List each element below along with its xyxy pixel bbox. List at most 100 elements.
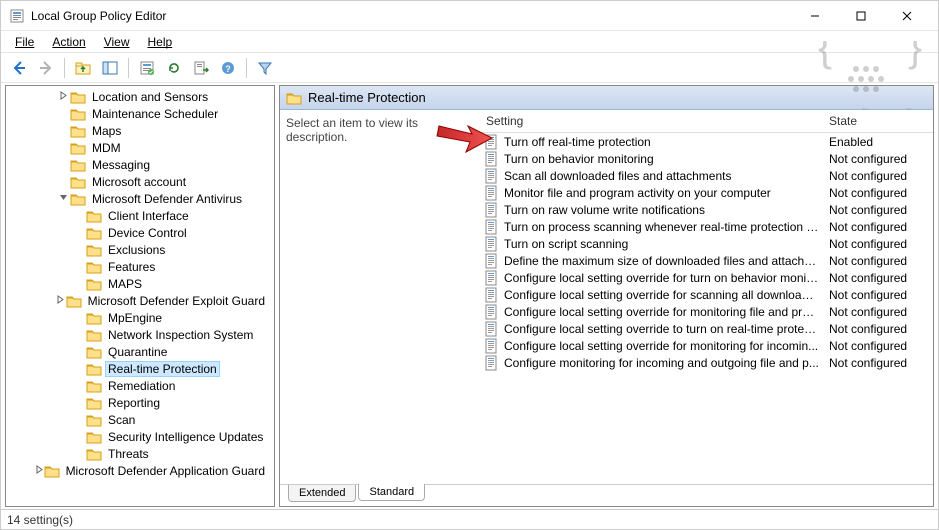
toolbar-separator: [128, 58, 129, 78]
settings-row[interactable]: Turn on raw volume write notificationsNo…: [480, 201, 933, 218]
tree-item[interactable]: Real-time Protection: [8, 360, 272, 377]
tree-item[interactable]: MDM: [8, 139, 272, 156]
list-header[interactable]: Setting State: [480, 110, 933, 133]
settings-row[interactable]: Monitor file and program activity on you…: [480, 184, 933, 201]
status-text: 14 setting(s): [7, 513, 73, 527]
setting-name: Configure local setting override for mon…: [504, 339, 829, 353]
tree-item-label: Microsoft account: [89, 175, 189, 189]
menu-file[interactable]: File: [7, 33, 42, 51]
menu-action[interactable]: Action: [44, 33, 93, 51]
setting-state: Not configured: [829, 271, 929, 285]
up-level-button[interactable]: [71, 56, 95, 80]
tree-item[interactable]: Microsoft Defender Exploit Guard: [8, 292, 272, 309]
window-title: Local Group Policy Editor: [31, 9, 792, 23]
tree-item[interactable]: MAPS: [8, 275, 272, 292]
chevron-right-icon[interactable]: [35, 465, 44, 477]
tree-item-label: Client Interface: [105, 209, 192, 223]
settings-row[interactable]: Turn on script scanningNot configured: [480, 235, 933, 252]
back-button[interactable]: [7, 56, 31, 80]
tree-item[interactable]: Maintenance Scheduler: [8, 105, 272, 122]
filter-button[interactable]: [253, 56, 277, 80]
tab-extended[interactable]: Extended: [288, 485, 356, 502]
tree-item-label: Security Intelligence Updates: [105, 430, 266, 444]
tree-item-label: Microsoft Defender Application Guard: [63, 464, 268, 478]
tree-item[interactable]: Reporting: [8, 394, 272, 411]
tree-item[interactable]: Features: [8, 258, 272, 275]
chevron-right-icon[interactable]: [55, 295, 65, 307]
tree-item-label: Exclusions: [105, 243, 168, 257]
settings-row[interactable]: Configure monitoring for incoming and ou…: [480, 354, 933, 371]
tree-item[interactable]: Microsoft Defender Antivirus: [8, 190, 272, 207]
settings-row[interactable]: Turn on process scanning whenever real-t…: [480, 218, 933, 235]
settings-row[interactable]: Scan all downloaded files and attachment…: [480, 167, 933, 184]
folder-icon: [286, 90, 302, 106]
tab-standard[interactable]: Standard: [358, 484, 425, 501]
show-tree-button[interactable]: [98, 56, 122, 80]
settings-row[interactable]: Define the maximum size of downloaded fi…: [480, 252, 933, 269]
tree-pane[interactable]: Location and Sensors Maintenance Schedule…: [5, 85, 275, 507]
maximize-button[interactable]: [838, 1, 884, 31]
tree-item[interactable]: Device Control: [8, 224, 272, 241]
tree-item[interactable]: Maps: [8, 122, 272, 139]
setting-name: Configure local setting override for tur…: [504, 271, 829, 285]
setting-name: Configure local setting override for mon…: [504, 305, 829, 319]
tree-item-label: Location and Sensors: [89, 90, 211, 104]
tree-item-label: MpEngine: [105, 311, 165, 325]
titlebar: Local Group Policy Editor: [1, 1, 938, 31]
settings-row[interactable]: Configure local setting override for sca…: [480, 286, 933, 303]
column-setting[interactable]: Setting: [480, 110, 823, 132]
toolbar-separator: [246, 58, 247, 78]
setting-state: Not configured: [829, 186, 929, 200]
statusbar: 14 setting(s): [1, 509, 938, 529]
setting-state: Not configured: [829, 220, 929, 234]
setting-name: Configure monitoring for incoming and ou…: [504, 356, 829, 370]
settings-row[interactable]: Configure local setting override for mon…: [480, 303, 933, 320]
close-button[interactable]: [884, 1, 930, 31]
tree-item[interactable]: Network Inspection System: [8, 326, 272, 343]
tree-item[interactable]: Client Interface: [8, 207, 272, 224]
tree-item[interactable]: MpEngine: [8, 309, 272, 326]
properties-button[interactable]: [135, 56, 159, 80]
settings-row[interactable]: Configure local setting override for tur…: [480, 269, 933, 286]
tree-item-label: Scan: [105, 413, 138, 427]
column-state[interactable]: State: [823, 110, 933, 132]
setting-state: Not configured: [829, 288, 929, 302]
settings-row[interactable]: Configure local setting override for mon…: [480, 337, 933, 354]
tree-item-label: Messaging: [89, 158, 153, 172]
setting-state: Not configured: [829, 237, 929, 251]
settings-row[interactable]: Configure local setting override to turn…: [480, 320, 933, 337]
settings-row[interactable]: Turn on behavior monitoringNot configure…: [480, 150, 933, 167]
settings-row[interactable]: Turn off real-time protectionEnabled: [480, 133, 933, 150]
tree-item-label: Threats: [105, 447, 152, 461]
forward-button[interactable]: [34, 56, 58, 80]
tree-item[interactable]: Scan: [8, 411, 272, 428]
tree-item[interactable]: Quarantine: [8, 343, 272, 360]
setting-name: Scan all downloaded files and attachment…: [504, 169, 829, 183]
chevron-down-icon[interactable]: [56, 193, 70, 205]
setting-state: Not configured: [829, 356, 929, 370]
tree-item[interactable]: Exclusions: [8, 241, 272, 258]
tree-item-label: Quarantine: [105, 345, 170, 359]
minimize-button[interactable]: [792, 1, 838, 31]
export-button[interactable]: [189, 56, 213, 80]
setting-name: Turn on process scanning whenever real-t…: [504, 220, 829, 234]
toolbar-separator: [64, 58, 65, 78]
tree-item[interactable]: Remediation: [8, 377, 272, 394]
refresh-button[interactable]: [162, 56, 186, 80]
description-prompt: Select an item to view its description.: [286, 116, 418, 144]
setting-state: Not configured: [829, 152, 929, 166]
tree-item[interactable]: Messaging: [8, 156, 272, 173]
menu-view[interactable]: View: [96, 33, 138, 51]
tree-item-label: Maintenance Scheduler: [89, 107, 221, 121]
setting-state: Not configured: [829, 254, 929, 268]
tree-item[interactable]: Security Intelligence Updates: [8, 428, 272, 445]
settings-list[interactable]: Setting State Turn off real-time protect…: [480, 110, 933, 506]
menu-help[interactable]: Help: [140, 33, 181, 51]
setting-state: Not configured: [829, 339, 929, 353]
chevron-right-icon[interactable]: [56, 91, 70, 103]
tree-item[interactable]: Microsoft Defender Application Guard: [8, 462, 272, 479]
tree-item[interactable]: Threats: [8, 445, 272, 462]
tree-item[interactable]: Microsoft account: [8, 173, 272, 190]
tree-item[interactable]: Location and Sensors: [8, 88, 272, 105]
help-button[interactable]: ?: [216, 56, 240, 80]
